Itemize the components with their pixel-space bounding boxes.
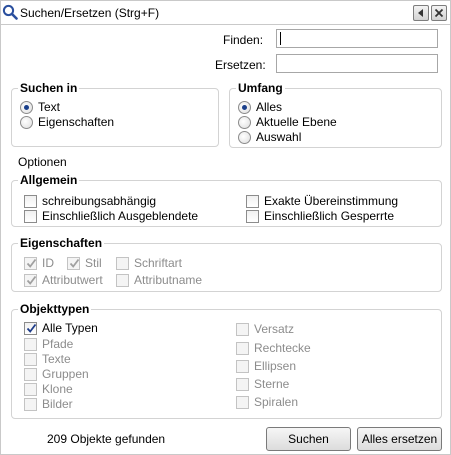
status-text: 209 Objekte gefunden [47,432,166,446]
checkbox[interactable] [24,195,37,208]
properties-title: Eigenschaften [18,236,105,250]
general-title: Allgemein [18,173,80,187]
checkbox[interactable] [24,257,37,270]
checkbox[interactable] [116,274,129,287]
checkbox-label: Klone [42,382,73,396]
checkbox[interactable] [246,195,259,208]
checkbox-label: Stil [85,256,102,270]
radio-button[interactable] [238,131,251,144]
checkbox-label: Alle Typen [42,321,98,335]
checkbox[interactable] [24,338,37,351]
checkbox[interactable] [236,342,249,355]
checkbox-label: Attributwert [42,273,103,287]
checkbox-label: ID [42,256,54,270]
checkbox-label: schreibungsabhängig [42,194,157,208]
radio-label: Alles [256,100,283,114]
radio-button[interactable] [20,101,33,114]
checkmark-icon [26,323,37,333]
checkbox[interactable] [24,368,37,381]
checkbox-label: Einschließlich Ausgeblendete [42,209,199,223]
search-magnifier-icon [2,4,18,20]
checkbox-label: Pfade [42,337,74,351]
checkmark-icon [26,258,37,268]
checkmark-icon [26,275,37,285]
checkbox-label: Sterne [254,377,290,391]
radio-button[interactable] [238,116,251,129]
scope-title: Umfang [236,81,285,95]
checkbox-label: Einschließlich Gesperrte [264,209,395,223]
checkbox[interactable] [246,210,259,223]
close-button[interactable] [431,5,447,21]
checkbox-label: Schriftart [134,256,183,270]
checkbox-label: Texte [42,352,71,366]
checkbox-label: Spiralen [254,395,299,409]
checkbox[interactable] [236,378,249,391]
checkbox[interactable] [116,257,129,270]
text-caret [280,32,281,45]
checkbox[interactable] [236,323,249,336]
checkbox[interactable] [24,398,37,411]
checkbox-label: Ellipsen [254,359,297,373]
title-bar[interactable]: Suchen/Ersetzen (Strg+F) [1,1,450,25]
checkbox-label: Gruppen [42,367,89,381]
options-heading: Optionen [18,155,67,169]
search-in-title: Suchen in [18,81,80,95]
find-replace-dialog: Suchen/Ersetzen (Strg+F) Finden: Ersetze… [0,0,451,455]
close-icon [434,8,444,18]
restore-button[interactable] [413,5,429,21]
search-button[interactable]: Suchen [266,427,351,451]
radio-label: Text [38,100,61,114]
radio-button[interactable] [20,116,33,129]
find-label: Finden: [223,33,264,47]
radio-label: Eigenschaften [38,115,115,129]
object-types-title: Objekttypen [18,302,92,316]
radio-button[interactable] [238,101,251,114]
checkbox[interactable] [67,257,80,270]
checkbox[interactable] [24,274,37,287]
checkbox-label: Bilder [42,397,73,411]
checkbox[interactable] [24,210,37,223]
checkbox[interactable] [24,353,37,366]
replace-all-button[interactable]: Alles ersetzen [357,427,442,451]
checkbox-label: Versatz [254,322,295,336]
checkbox[interactable] [236,360,249,373]
checkbox[interactable] [236,396,249,409]
window-title: Suchen/Ersetzen (Strg+F) [20,6,160,20]
restore-icon [418,9,423,17]
checkmark-icon [69,258,80,268]
checkbox-label: Attributname [134,273,203,287]
replace-input[interactable] [276,54,438,73]
radio-label: Auswahl [256,130,302,144]
checkbox[interactable] [24,322,37,335]
replace-label: Ersetzen: [215,58,266,72]
checkbox[interactable] [24,383,37,396]
find-input[interactable] [276,29,438,48]
checkbox-label: Exakte Übereinstimmung [264,194,399,208]
checkbox-label: Rechtecke [254,341,311,355]
radio-label: Aktuelle Ebene [256,115,337,129]
